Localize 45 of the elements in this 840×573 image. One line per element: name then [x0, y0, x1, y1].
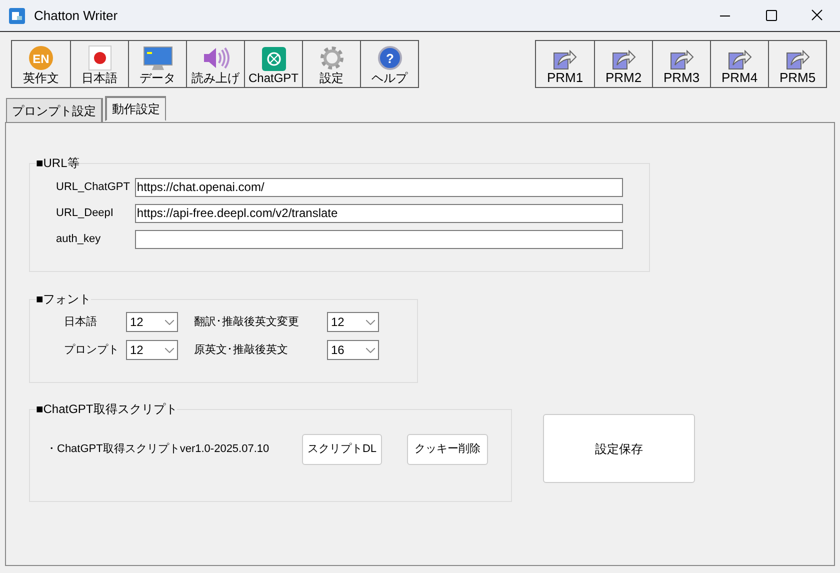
field-label: 日本語	[63, 314, 98, 330]
field-label: 原英文･推敲後英文	[194, 342, 289, 358]
text-field[interactable]: https://chat.openai.com/	[134, 178, 623, 196]
japan-flag-icon	[88, 45, 112, 71]
share-arrow-icon	[610, 47, 636, 71]
monitor-icon	[142, 45, 172, 71]
font-size-dropdown[interactable]: 12	[126, 312, 178, 332]
field-label: auth_key	[56, 232, 102, 247]
chevron-down-icon	[366, 320, 375, 324]
field-label: URL_DeepI	[56, 206, 114, 221]
script-button[interactable]: クッキー削除	[407, 434, 488, 465]
group-title: ■フォント	[36, 291, 92, 307]
field-label: URL_ChatGPT	[56, 180, 131, 195]
window-title: Chatton Writer	[34, 6, 118, 25]
preset-button[interactable]: PRM5	[768, 41, 826, 87]
share-arrow-icon	[668, 47, 694, 71]
font-size-dropdown[interactable]: 12	[327, 312, 379, 332]
chevron-down-icon	[165, 348, 174, 352]
help-icon: ?	[376, 45, 402, 71]
share-arrow-icon	[552, 47, 578, 71]
settings-icon	[318, 45, 344, 71]
preset-button[interactable]: PRM3	[652, 41, 710, 87]
share-arrow-icon	[726, 47, 752, 71]
group-title: ■URL等	[36, 155, 80, 171]
preset-button[interactable]: PRM4	[710, 41, 768, 87]
coin-icon: EN	[27, 45, 55, 71]
share-arrow-icon	[784, 47, 810, 71]
font-size-dropdown[interactable]: 16	[327, 340, 379, 360]
preset-button[interactable]: PRM2	[594, 41, 652, 87]
field-label: 翻訳･推敲後英文変更	[194, 314, 300, 330]
chevron-down-icon	[366, 348, 375, 352]
font-size-dropdown[interactable]: 12	[126, 340, 178, 360]
text-field[interactable]	[134, 230, 623, 248]
preset-button[interactable]: PRM1	[536, 41, 594, 87]
group-title: ■ChatGPT取得スクリプト	[36, 401, 178, 417]
app-icon	[9, 8, 25, 24]
field-label: プロンプト	[63, 342, 120, 358]
tab[interactable]: 動作設定	[105, 96, 166, 121]
text-field[interactable]: https://api-free.deepl.com/v2/translate	[134, 204, 623, 222]
knot-logo-icon	[262, 47, 286, 71]
script-version-text: ・ChatGPT取得スクリプトver1.0-2025.07.10	[46, 442, 270, 458]
script-button[interactable]: スクリプトDL	[302, 434, 382, 465]
chevron-down-icon	[165, 320, 174, 324]
save-settings-button[interactable]: 設定保存	[543, 414, 695, 483]
tab[interactable]: プロンプト設定	[6, 98, 103, 123]
